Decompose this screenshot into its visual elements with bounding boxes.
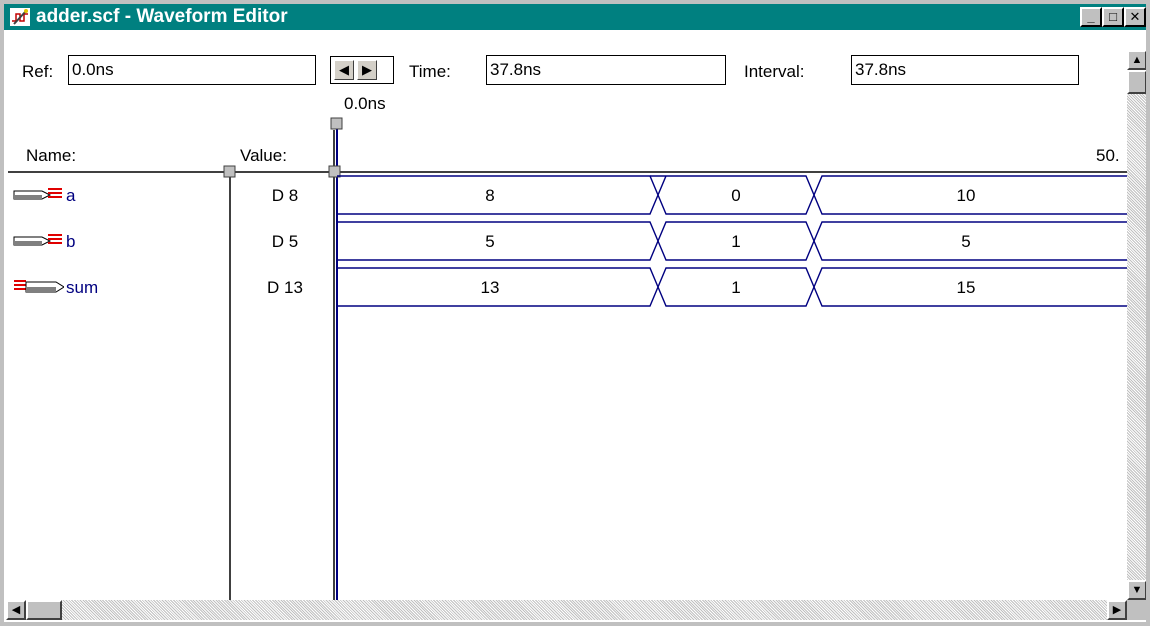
vertical-scrollbar[interactable] <box>1127 50 1147 600</box>
waveform-editor-window: adder.scf - Waveform Editor _ □ ✕ Ref: 0… <box>0 0 1150 626</box>
scrollbar-corner <box>1127 600 1147 620</box>
time-cursor-handle[interactable] <box>330 117 343 130</box>
scroll-down-button[interactable]: ▼ <box>1127 580 1147 600</box>
signal-name-a[interactable]: a <box>66 186 75 206</box>
window-frame-right <box>1146 0 1150 626</box>
signal-name-sum[interactable]: sum <box>66 278 98 298</box>
bus-segment-value: 15 <box>956 278 976 297</box>
signal-value-a: D 8 <box>271 186 299 205</box>
scroll-left-button[interactable]: ◀ <box>6 600 26 620</box>
bus-segment-value: 5 <box>485 232 495 251</box>
signal-name-b[interactable]: b <box>66 232 75 252</box>
bus-segment-value: 13 <box>480 278 500 297</box>
name-column-resize-handle[interactable] <box>223 165 236 178</box>
bus-segment-value: 1 <box>731 278 741 297</box>
bus-segment-value: 5 <box>961 232 971 251</box>
window-frame-top <box>0 0 1150 4</box>
window-frame-bottom <box>0 622 1150 626</box>
horizontal-scrollbar[interactable] <box>6 600 1127 620</box>
bus-segment-value: 1 <box>731 232 741 251</box>
scroll-right-button[interactable]: ▶ <box>1107 600 1127 620</box>
horizontal-scroll-thumb[interactable] <box>26 600 62 620</box>
scroll-up-button[interactable]: ▲ <box>1127 50 1147 70</box>
waveform-area[interactable] <box>0 0 1150 626</box>
bus-segment-value: 10 <box>956 186 976 205</box>
signal-value-b: D 5 <box>271 232 299 251</box>
vertical-scroll-thumb[interactable] <box>1127 70 1147 94</box>
bus-segment-value: 0 <box>731 186 741 205</box>
output-pin-icon <box>14 280 64 293</box>
input-pin-icon <box>13 234 62 246</box>
input-pin-icon <box>13 188 62 200</box>
bus-segment-value: 8 <box>485 186 495 205</box>
signal-value-sum: D 13 <box>267 278 303 297</box>
window-frame-left <box>0 0 4 626</box>
